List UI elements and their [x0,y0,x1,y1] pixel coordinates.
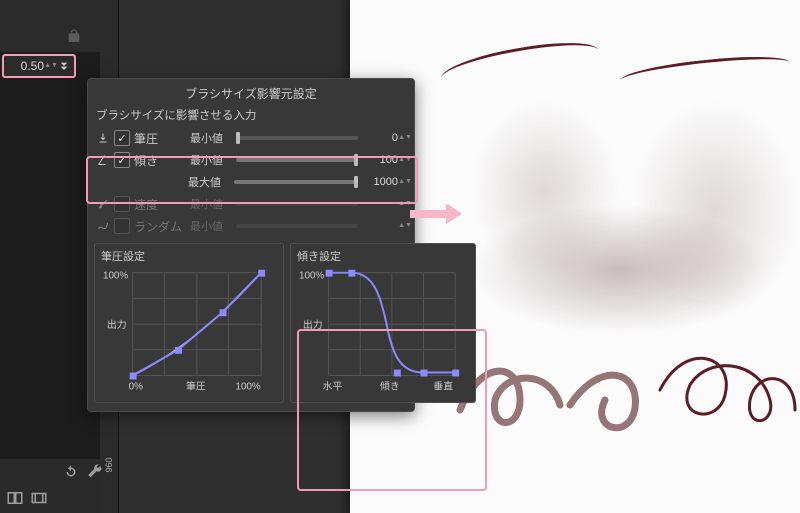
tilt-max-slider[interactable] [234,180,358,184]
brush-size-dynamics-panel: ブラシサイズ影響元設定 ブラシサイズに影響させる入力 筆圧 最小値 0 ▲▼ 傾… [87,78,415,412]
sidebar-header [0,0,100,52]
max-label: 最大値 [188,174,230,190]
pressure-min-slider[interactable] [236,136,358,140]
min-label: 最小値 [190,196,232,212]
velocity-icon [96,198,110,210]
brush-size-value-box[interactable]: 0.50 ▲▼ [2,54,76,78]
brush-size-value[interactable]: 0.50 [6,59,46,73]
pressure-icon [96,132,110,144]
source-row-tilt-max: 最大値 1000 ▲▼ [88,171,414,193]
tilt-max-value[interactable]: 1000 [362,176,398,188]
x-left-label: 0% [129,381,143,392]
tilt-curve-box: 傾き設定 100% 出力 水平 傾き 垂直 [290,243,476,403]
random-icon [96,220,110,232]
x-mid-label: 傾き [380,379,400,392]
random-checkbox[interactable] [114,218,130,234]
arrow-right-icon [408,200,464,228]
y-top-label: 100% [103,271,128,282]
min-label: 最小値 [190,152,232,168]
ruler-tick: 960 [104,456,114,474]
source-name: ランダム [134,218,190,235]
brush-loops [450,330,800,470]
expand-icon[interactable] [56,58,72,74]
velocity-min-slider [236,202,358,206]
tilt-min-value[interactable]: 100 [362,154,398,166]
tilt-checkbox[interactable] [114,152,130,168]
source-row-pressure: 筆圧 最小値 0 ▲▼ [88,127,414,149]
velocity-checkbox[interactable] [114,196,130,212]
random-min-slider [236,224,358,228]
spinner-icon[interactable]: ▲▼ [400,157,410,163]
panel-title: ブラシサイズ影響元設定 [88,79,414,105]
tilt-curve-graph[interactable]: 100% 出力 水平 傾き 垂直 [295,266,469,398]
pressure-curve-box: 筆圧設定 100% 出力 0% 筆圧 [94,243,284,403]
source-name: 速度 [134,196,190,213]
x-right-label: 100% [235,381,260,392]
film-icon[interactable] [30,489,48,507]
source-row-tilt: 傾き 最小値 100 ▲▼ [88,149,414,171]
sidebar-footer [0,459,100,513]
y-axis-label: 出力 [303,318,323,331]
pressure-min-value[interactable]: 0 [362,132,398,144]
panel-subtitle: ブラシサイズに影響させる入力 [88,105,414,127]
source-row-random: ランダム 最小値 ▲▼ [88,215,414,237]
min-label: 最小値 [190,130,232,146]
y-top-label: 100% [299,271,324,282]
tilt-min-slider[interactable] [236,158,358,162]
spinner-icon[interactable]: ▲▼ [400,179,410,185]
source-name: 筆圧 [134,130,190,147]
pressure-checkbox[interactable] [114,130,130,146]
brush-smear [470,205,770,335]
wrench-icon[interactable] [86,463,104,481]
refresh-icon[interactable] [62,463,80,481]
x-right-label: 垂直 [433,379,453,392]
left-sidebar: 0.50 ▲▼ [0,0,100,513]
lock-open-icon[interactable] [66,28,82,44]
tilt-icon [96,154,110,166]
x-left-label: 水平 [323,380,343,392]
spinner-icon[interactable]: ▲▼ [46,63,56,69]
y-axis-label: 出力 [107,318,127,331]
source-row-velocity: 速度 最小値 ▲▼ [88,193,414,215]
source-name: 傾き [134,152,190,169]
pressure-curve-graph[interactable]: 100% 出力 0% 筆圧 100% [99,266,277,398]
curve-title: 筆圧設定 [99,248,277,266]
panels-icon[interactable] [6,489,24,507]
min-label: 最小値 [190,218,232,234]
curve-title: 傾き設定 [295,248,469,266]
x-mid-label: 筆圧 [186,379,206,392]
spinner-icon[interactable]: ▲▼ [400,135,410,141]
